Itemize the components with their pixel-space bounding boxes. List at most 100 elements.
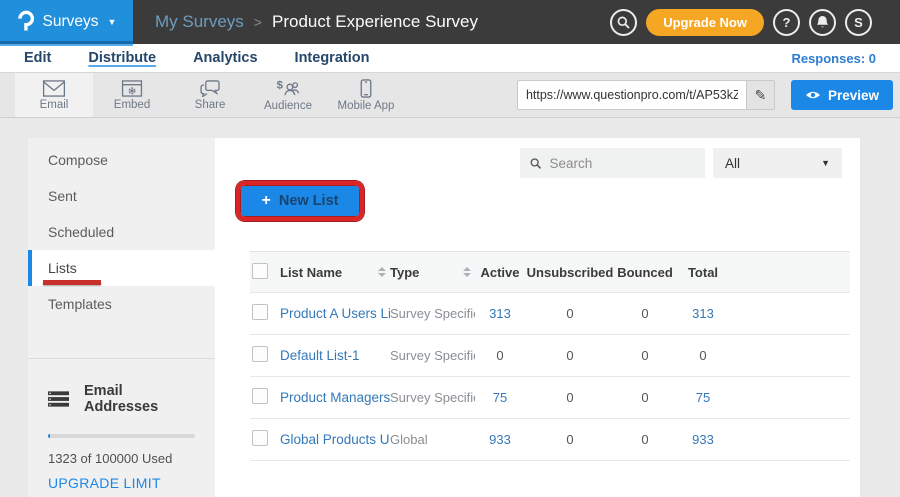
lists-content: All ▼ + New List List Name xyxy=(215,138,860,497)
tab-integration[interactable]: Integration xyxy=(295,50,370,66)
list-name-link[interactable]: Product A Users List xyxy=(280,306,390,321)
table-row: Product Managers List Survey Specific 75… xyxy=(250,377,850,419)
unsubscribed-count: 0 xyxy=(525,390,615,405)
sort-icon[interactable] xyxy=(378,267,386,277)
active-count[interactable]: 933 xyxy=(475,432,525,447)
bell-icon xyxy=(816,15,829,29)
breadcrumb: My Surveys > Product Experience Survey xyxy=(155,12,478,32)
channel-label: Embed xyxy=(114,99,150,111)
eye-icon xyxy=(805,90,821,100)
edit-url-button[interactable]: ✎ xyxy=(746,80,774,110)
table-header-row: List Name Type Active Unsubscribed Bounc… xyxy=(250,251,850,293)
sidebar-item-templates[interactable]: Templates xyxy=(28,286,215,322)
avatar-initial: S xyxy=(854,15,863,30)
list-type: Survey Specific xyxy=(390,390,475,405)
preview-button[interactable]: Preview xyxy=(791,80,893,110)
usage-progress-fill xyxy=(48,434,50,438)
responses-count[interactable]: Responses: 0 xyxy=(791,51,900,66)
total-count[interactable]: 313 xyxy=(675,306,731,321)
distribute-toolbar: Email Embed Share $ Audience Mobile App xyxy=(0,72,900,118)
sidebar-item-label: Scheduled xyxy=(48,224,114,240)
channel-embed[interactable]: Embed xyxy=(93,73,171,117)
email-addresses-title: Email Addresses xyxy=(84,383,195,415)
notifications-button[interactable] xyxy=(809,9,836,36)
list-search-box xyxy=(520,148,705,178)
channel-audience[interactable]: $ Audience xyxy=(249,73,327,117)
total-count[interactable]: 0 xyxy=(675,348,731,363)
upgrade-now-button[interactable]: Upgrade Now xyxy=(646,9,764,36)
breadcrumb-separator: > xyxy=(254,14,262,30)
sidebar-item-compose[interactable]: Compose xyxy=(28,142,215,178)
survey-url-input[interactable] xyxy=(518,88,746,102)
tab-analytics[interactable]: Analytics xyxy=(193,50,257,66)
active-count[interactable]: 75 xyxy=(475,390,525,405)
list-type: Survey Specific xyxy=(390,348,475,363)
list-name-link[interactable]: Default List-1 xyxy=(280,348,390,363)
topbar-actions: Upgrade Now ? S xyxy=(610,9,900,36)
user-avatar[interactable]: S xyxy=(845,9,872,36)
sidebar-item-label: Templates xyxy=(48,296,112,312)
search-icon xyxy=(530,157,541,170)
channel-email[interactable]: Email xyxy=(15,73,93,117)
search-icon xyxy=(617,16,630,29)
annotation-underline-lists xyxy=(43,280,101,285)
email-addresses-panel: Email Addresses 1323 of 100000 Used UPGR… xyxy=(28,359,215,491)
page-title: Product Experience Survey xyxy=(272,12,478,32)
list-name-link[interactable]: Product Managers List xyxy=(280,390,390,405)
help-button[interactable]: ? xyxy=(773,9,800,36)
svg-text:$: $ xyxy=(277,79,284,91)
list-type: Survey Specific xyxy=(390,306,475,321)
pencil-icon: ✎ xyxy=(755,87,767,104)
search-input[interactable] xyxy=(549,156,695,171)
header-total: Total xyxy=(675,265,731,280)
sidebar-item-lists[interactable]: Lists xyxy=(28,250,215,286)
sidebar-item-scheduled[interactable]: Scheduled xyxy=(28,214,215,250)
tab-edit[interactable]: Edit xyxy=(24,50,51,66)
sidebar-item-label: Lists xyxy=(48,260,77,276)
filter-value: All xyxy=(725,156,740,171)
header-unsubscribed: Unsubscribed xyxy=(525,265,615,280)
page-body: Compose Sent Scheduled Lists Templates xyxy=(0,118,900,497)
channel-label: Share xyxy=(195,99,226,111)
sort-icon[interactable] xyxy=(463,267,471,277)
app-label: Surveys xyxy=(43,13,99,31)
survey-tab-bar: Edit Distribute Analytics Integration Re… xyxy=(0,44,900,72)
tab-distribute[interactable]: Distribute xyxy=(88,50,156,66)
usage-progress-bar xyxy=(48,434,195,438)
row-checkbox[interactable] xyxy=(252,388,268,404)
audience-icon: $ xyxy=(276,79,300,98)
question-mark-icon: ? xyxy=(783,15,791,30)
upgrade-limit-link[interactable]: UPGRADE LIMIT xyxy=(48,475,195,491)
header-type: Type xyxy=(390,265,419,280)
channel-label: Audience xyxy=(264,100,312,112)
channel-mobile-app[interactable]: Mobile App xyxy=(327,73,405,117)
active-count[interactable]: 0 xyxy=(475,348,525,363)
list-name-link[interactable]: Global Products User xyxy=(280,432,390,447)
bounced-count: 0 xyxy=(615,390,675,405)
row-checkbox[interactable] xyxy=(252,346,268,362)
channel-label: Mobile App xyxy=(338,100,395,112)
row-checkbox[interactable] xyxy=(252,430,268,446)
channel-share[interactable]: Share xyxy=(171,73,249,117)
row-checkbox[interactable] xyxy=(252,304,268,320)
unsubscribed-count: 0 xyxy=(525,432,615,447)
new-list-button[interactable]: + New List xyxy=(241,186,359,216)
select-all-checkbox[interactable] xyxy=(252,263,268,279)
surveys-app-switcher[interactable]: Surveys ▼ xyxy=(0,0,133,44)
header-active: Active xyxy=(475,265,525,280)
unsubscribed-count: 0 xyxy=(525,348,615,363)
search-button[interactable] xyxy=(610,9,637,36)
channel-label: Email xyxy=(40,99,69,111)
list-type-filter[interactable]: All ▼ xyxy=(713,148,842,178)
sidebar-item-label: Compose xyxy=(48,152,108,168)
header-bounced: Bounced xyxy=(615,265,675,280)
table-row: Global Products User Global 933 0 0 933 xyxy=(250,419,850,461)
active-count[interactable]: 313 xyxy=(475,306,525,321)
total-count[interactable]: 933 xyxy=(675,432,731,447)
share-icon xyxy=(199,80,222,97)
list-type: Global xyxy=(390,432,475,447)
breadcrumb-my-surveys[interactable]: My Surveys xyxy=(155,12,244,32)
sidebar-item-sent[interactable]: Sent xyxy=(28,178,215,214)
embed-icon xyxy=(121,80,143,97)
total-count[interactable]: 75 xyxy=(675,390,731,405)
